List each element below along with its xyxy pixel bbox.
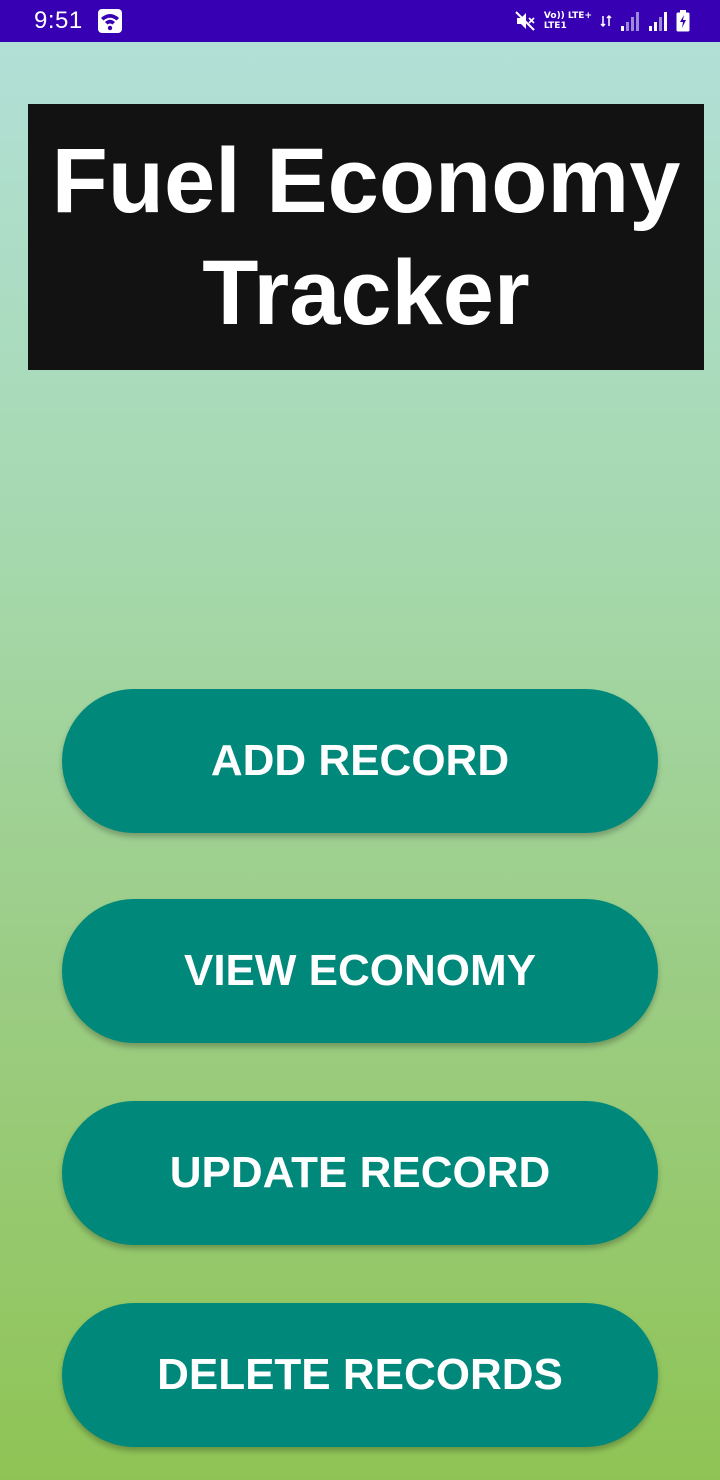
data-arrows-icon bbox=[600, 14, 612, 28]
add-record-button[interactable]: ADD RECORD bbox=[62, 689, 658, 833]
network-line1: Vo)) LTE+ bbox=[543, 11, 592, 21]
signal-icon bbox=[620, 10, 640, 32]
app-title-line1: Fuel Economy bbox=[51, 130, 681, 232]
status-left: 9:51 bbox=[34, 7, 123, 35]
network-line2: LTE1 bbox=[543, 21, 567, 31]
status-time: 9:51 bbox=[34, 7, 83, 34]
app-title-banner: Fuel Economy Tracker bbox=[28, 104, 704, 370]
status-right: Vo)) LTE+ LTE1 bbox=[514, 10, 690, 32]
app-title-line2: Tracker bbox=[202, 242, 530, 344]
battery-charging-icon bbox=[676, 10, 690, 32]
update-record-button[interactable]: UPDATE RECORD bbox=[62, 1101, 658, 1245]
network-indicator: Vo)) LTE+ LTE1 bbox=[544, 11, 592, 31]
signal-icon bbox=[648, 10, 668, 32]
status-bar: 9:51 Vo)) LTE+ LTE1 bbox=[0, 0, 720, 42]
wifi-icon bbox=[97, 8, 123, 34]
view-economy-button[interactable]: VIEW ECONOMY bbox=[62, 899, 658, 1043]
delete-records-button[interactable]: DELETE RECORDS bbox=[62, 1303, 658, 1447]
mute-icon bbox=[514, 10, 536, 32]
